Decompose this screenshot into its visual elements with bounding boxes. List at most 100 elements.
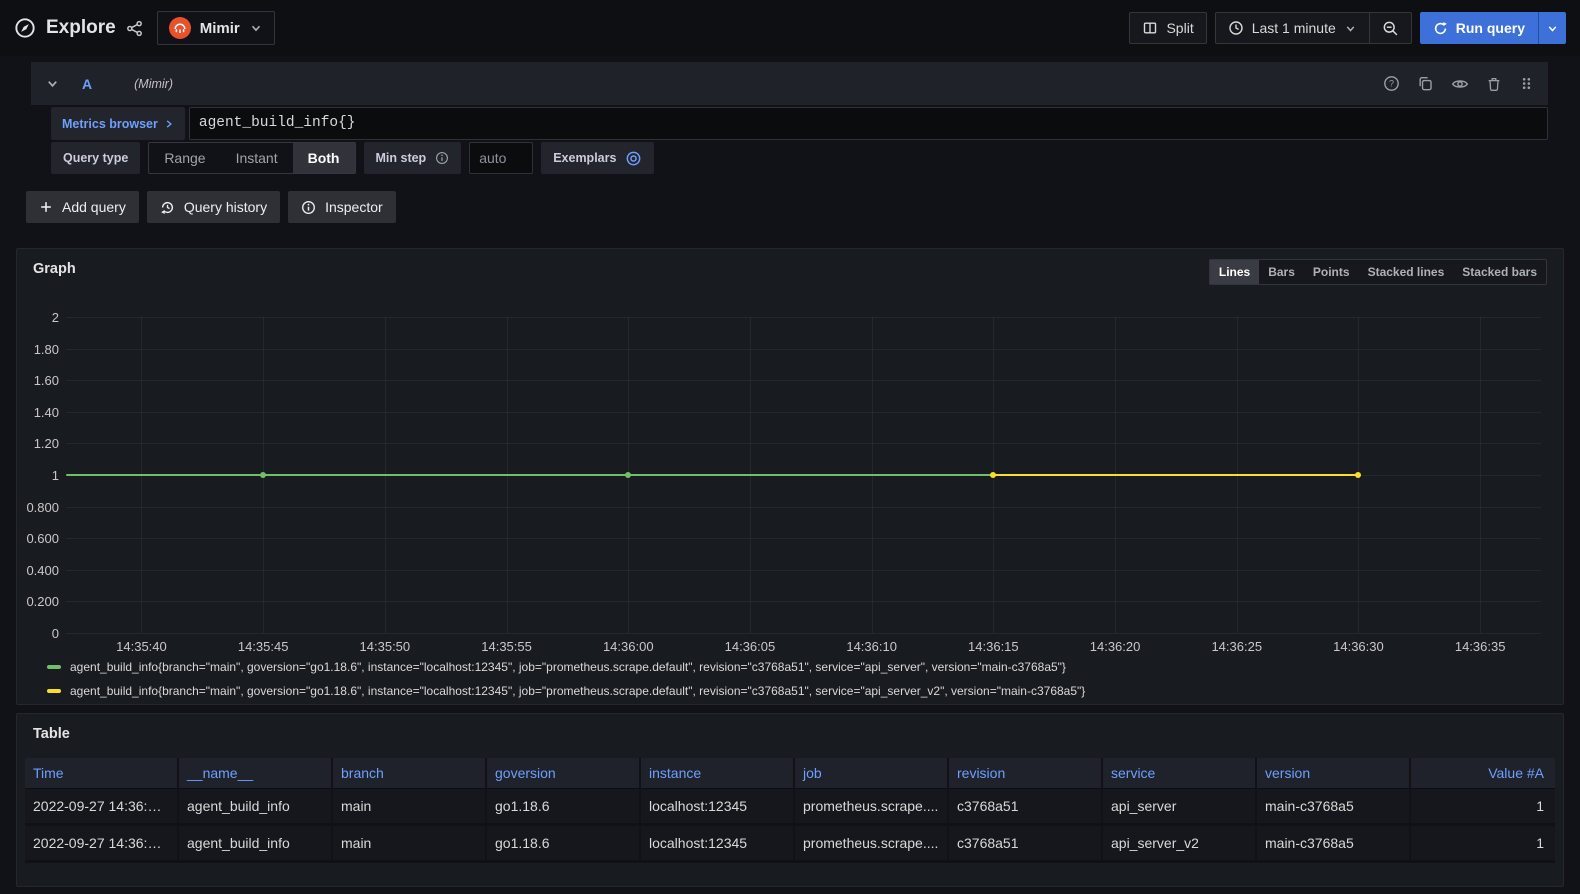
add-query-button[interactable]: Add query xyxy=(26,191,139,223)
time-picker-group: Last 1 minute xyxy=(1215,12,1412,44)
column-header-version[interactable]: version xyxy=(1257,758,1411,789)
query-expression-input[interactable]: agent_build_info{} xyxy=(189,107,1548,140)
table-cell: main-c3768a5 xyxy=(1257,826,1411,863)
graph-style-option-bars[interactable]: Bars xyxy=(1259,260,1304,284)
explore-actions-row: Add query Query history Inspector xyxy=(26,191,396,223)
graph-style-option-lines[interactable]: Lines xyxy=(1210,260,1259,284)
table-cell: prometheus.scrape.... xyxy=(795,789,949,826)
exemplars-toggle-icon[interactable] xyxy=(625,150,642,167)
x-axis-tick-label: 14:36:20 xyxy=(1090,639,1141,654)
table-cell: main xyxy=(333,826,487,863)
table-cell: go1.18.6 xyxy=(487,826,641,863)
y-axis-tick-label: 1 xyxy=(17,468,59,483)
gridline-horizontal xyxy=(66,601,1541,602)
mimir-logo-icon xyxy=(169,17,191,39)
min-step-input[interactable] xyxy=(469,142,533,174)
run-query-dropdown-button[interactable] xyxy=(1538,12,1566,44)
query-datasource-hint: (Mimir) xyxy=(134,77,173,91)
zoom-out-button[interactable] xyxy=(1369,13,1411,43)
remove-query-trash-icon[interactable] xyxy=(1486,76,1502,92)
split-panes-icon xyxy=(1142,20,1158,36)
table-panel: Table Time__name__branchgoversioninstanc… xyxy=(16,713,1564,887)
page-title: Explore xyxy=(46,17,116,39)
table-header-row: Time__name__branchgoversioninstancejobre… xyxy=(25,758,1555,789)
query-type-label: Query type xyxy=(51,142,140,174)
run-query-button[interactable]: Run query xyxy=(1420,12,1538,44)
x-axis-tick-label: 14:36:30 xyxy=(1333,639,1384,654)
column-header-branch[interactable]: branch xyxy=(333,758,487,789)
query-history-label: Query history xyxy=(184,199,267,215)
column-header-revision[interactable]: revision xyxy=(949,758,1103,789)
legend-series-label: agent_build_info{branch="main", goversio… xyxy=(70,660,1066,674)
column-header-job[interactable]: job xyxy=(795,758,949,789)
metrics-browser-button[interactable]: Metrics browser xyxy=(51,107,185,140)
explore-compass-icon xyxy=(14,17,36,39)
query-type-segmented-control: RangeInstantBoth xyxy=(148,142,355,174)
table-cell: 1 xyxy=(1411,789,1555,826)
x-axis-tick-label: 14:36:00 xyxy=(603,639,654,654)
chevron-down-icon xyxy=(249,21,263,35)
table-cell: c3768a51 xyxy=(949,789,1103,826)
gridline-horizontal xyxy=(66,570,1541,571)
table-panel-title: Table xyxy=(33,726,70,742)
graph-style-option-points[interactable]: Points xyxy=(1304,260,1359,284)
column-header--name-[interactable]: __name__ xyxy=(179,758,333,789)
graph-canvas[interactable] xyxy=(66,317,1541,633)
legend-item[interactable]: agent_build_info{branch="main", goversio… xyxy=(47,655,1085,679)
legend-series-label: agent_build_info{branch="main", goversio… xyxy=(70,684,1085,698)
column-header-time[interactable]: Time xyxy=(25,758,179,789)
table-row: 2022-09-27 14:36:37...agent_build_infoma… xyxy=(25,826,1555,863)
table-cell: prometheus.scrape.... xyxy=(795,826,949,863)
gridline-horizontal xyxy=(66,349,1541,350)
x-axis-tick-label: 14:35:55 xyxy=(481,639,532,654)
y-axis-tick-label: 1.20 xyxy=(17,436,59,451)
sync-icon xyxy=(1433,21,1448,36)
query-row-header: A (Mimir) ? xyxy=(31,62,1548,105)
gridline-horizontal xyxy=(66,538,1541,539)
column-header-goversion[interactable]: goversion xyxy=(487,758,641,789)
inspector-button[interactable]: Inspector xyxy=(288,191,396,223)
help-icon[interactable]: ? xyxy=(1383,75,1400,92)
inspector-label: Inspector xyxy=(325,199,383,215)
results-table: Time__name__branchgoversioninstancejobre… xyxy=(25,758,1555,863)
query-type-option-both[interactable]: Both xyxy=(293,143,355,173)
series-line xyxy=(993,474,1358,476)
graph-style-option-stacked-bars[interactable]: Stacked bars xyxy=(1453,260,1546,284)
hide-response-eye-icon[interactable] xyxy=(1451,75,1469,93)
query-type-option-range[interactable]: Range xyxy=(149,143,220,173)
info-circle-icon[interactable] xyxy=(435,151,449,165)
y-axis-tick-label: 1.40 xyxy=(17,405,59,420)
datasource-picker[interactable]: Mimir xyxy=(157,11,275,45)
table-cell: main xyxy=(333,789,487,826)
query-type-option-instant[interactable]: Instant xyxy=(221,143,293,173)
run-query-group: Run query xyxy=(1420,12,1566,44)
column-header-value-a[interactable]: Value #A xyxy=(1411,758,1555,789)
collapse-query-icon[interactable] xyxy=(45,76,60,91)
gridline-horizontal xyxy=(66,507,1541,508)
time-range-button[interactable]: Last 1 minute xyxy=(1216,13,1369,43)
table-cell: localhost:12345 xyxy=(641,789,795,826)
y-axis-tick-label: 2 xyxy=(17,310,59,325)
chevron-down-icon xyxy=(1344,22,1357,35)
table-cell: api_server xyxy=(1103,789,1257,826)
top-navbar: Explore Mimir Split Last 1 xyxy=(0,0,1580,56)
column-header-service[interactable]: service xyxy=(1103,758,1257,789)
split-button[interactable]: Split xyxy=(1129,12,1206,44)
graph-style-option-stacked-lines[interactable]: Stacked lines xyxy=(1359,260,1454,284)
table-cell: go1.18.6 xyxy=(487,789,641,826)
x-axis-tick-label: 14:35:40 xyxy=(116,639,167,654)
results-table-wrapper: Time__name__branchgoversioninstancejobre… xyxy=(25,758,1555,863)
drag-handle-icon[interactable] xyxy=(1519,76,1534,91)
query-history-button[interactable]: Query history xyxy=(147,191,280,223)
data-point xyxy=(260,472,266,478)
x-axis-tick-label: 14:36:15 xyxy=(968,639,1019,654)
gridline-vertical xyxy=(1480,317,1481,633)
query-ref-id[interactable]: A xyxy=(82,76,92,92)
graph-style-switcher: LinesBarsPointsStacked linesStacked bars xyxy=(1209,259,1547,285)
column-header-instance[interactable]: instance xyxy=(641,758,795,789)
x-axis-tick-label: 14:36:10 xyxy=(846,639,897,654)
datasource-name: Mimir xyxy=(200,20,240,37)
legend-item[interactable]: agent_build_info{branch="main", goversio… xyxy=(47,679,1085,703)
share-icon[interactable] xyxy=(126,20,143,37)
duplicate-query-icon[interactable] xyxy=(1417,75,1434,92)
